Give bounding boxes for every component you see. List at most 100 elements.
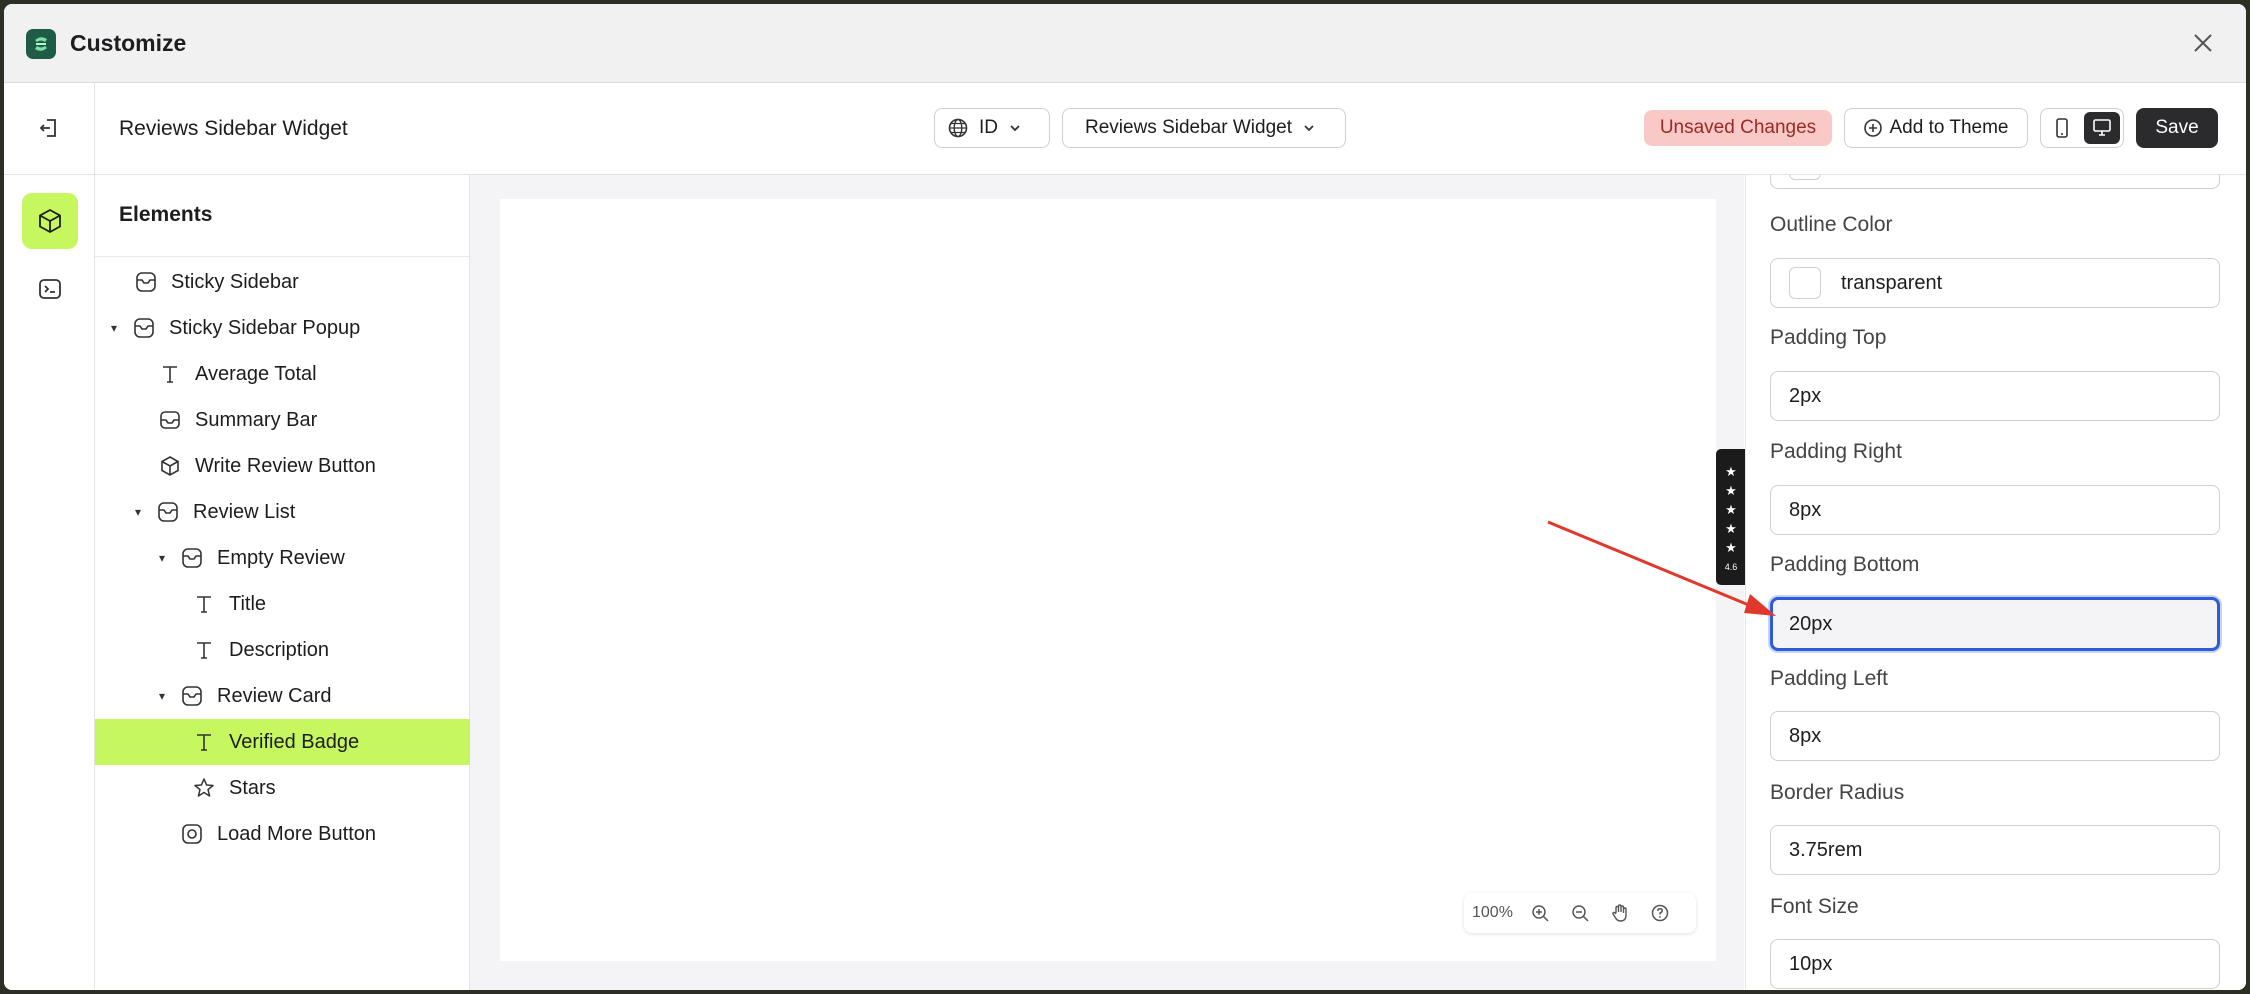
elements-panel-title: Elements xyxy=(119,203,213,226)
cube-icon xyxy=(39,208,61,234)
padding-top-input[interactable]: 2px xyxy=(1770,371,2220,421)
tree-item-review-card[interactable]: ▾ Review Card xyxy=(95,673,529,719)
widget-selector-value: Reviews Sidebar Widget xyxy=(1085,117,1292,138)
section-icon xyxy=(179,545,205,571)
tree-item-sticky-sidebar-popup[interactable]: ▾ Sticky Sidebar Popup xyxy=(95,305,481,351)
zoom-level: 100% xyxy=(1472,904,1513,921)
save-button[interactable]: Save xyxy=(2136,108,2218,148)
color-swatch[interactable] xyxy=(1789,175,1821,180)
star-icon: ★ xyxy=(1725,501,1737,517)
button-icon xyxy=(179,821,205,847)
border-radius-input[interactable]: 3.75rem xyxy=(1770,825,2220,875)
padding-right-input[interactable]: 8px xyxy=(1770,485,2220,535)
tree-item-sticky-sidebar[interactable]: Sticky Sidebar xyxy=(95,259,493,305)
star-icon: ★ xyxy=(1725,463,1737,479)
star-icon xyxy=(191,775,217,801)
terminal-icon xyxy=(39,279,61,299)
padding-bottom-input[interactable]: 20px xyxy=(1770,597,2220,651)
outline-color-label: Outline Color xyxy=(1770,213,1893,236)
outline-color-field[interactable]: transparent xyxy=(1770,258,2220,308)
globe-icon xyxy=(948,118,968,138)
padding-top-label: Padding Top xyxy=(1770,326,1887,349)
app-logo xyxy=(26,29,56,59)
widget-selector[interactable]: Reviews Sidebar Widget xyxy=(1062,108,1346,148)
caret-down-icon[interactable]: ▾ xyxy=(131,505,145,519)
font-size-label: Font Size xyxy=(1770,895,1859,918)
section-icon xyxy=(131,315,157,341)
tree-item-label: Write Review Button xyxy=(195,454,376,477)
language-selector[interactable]: ID xyxy=(934,108,1050,148)
zoom-out-button[interactable] xyxy=(1567,900,1593,926)
zoom-in-icon xyxy=(1532,905,1549,922)
tree-item-label: Average Total xyxy=(195,362,317,385)
properties-panel: #fff Outline Color transparent Padding T… xyxy=(1745,175,2246,990)
tree-item-label: Review List xyxy=(193,500,296,523)
mobile-icon xyxy=(2056,118,2068,138)
text-icon xyxy=(191,591,217,617)
padding-bottom-label: Padding Bottom xyxy=(1770,553,1920,576)
elements-tab-button[interactable] xyxy=(22,193,78,249)
code-tab-button[interactable] xyxy=(22,261,78,317)
padding-right-label: Padding Right xyxy=(1770,440,1902,463)
unsaved-changes-badge: Unsaved Changes xyxy=(1644,110,1832,146)
tree-item-average-total[interactable]: Average Total xyxy=(95,351,517,397)
sticky-review-tab[interactable]: ★ ★ ★ ★ ★ 4.6 xyxy=(1716,449,1746,585)
font-size-input[interactable]: 10px xyxy=(1770,939,2220,989)
chevron-down-icon xyxy=(1010,125,1020,132)
elements-panel: Elements Sticky Sidebar ▾ Sticky Sidebar… xyxy=(95,175,565,990)
tree-item-write-review-button[interactable]: Write Review Button xyxy=(95,443,517,489)
hand-icon xyxy=(1612,904,1627,922)
mobile-view-button[interactable] xyxy=(2044,112,2080,144)
tree-item-label: Verified Badge xyxy=(229,730,360,753)
review-score: 4.6 xyxy=(1724,561,1738,572)
app-title: Customize xyxy=(70,30,187,56)
text-icon xyxy=(157,361,183,387)
help-button[interactable] xyxy=(1647,900,1673,926)
add-to-theme-button[interactable]: Add to Theme xyxy=(1844,108,2028,148)
section-icon xyxy=(179,683,205,709)
text-icon xyxy=(191,637,217,663)
caret-down-icon[interactable]: ▾ xyxy=(107,321,121,335)
star-icon: ★ xyxy=(1725,520,1737,536)
desktop-view-button[interactable] xyxy=(2084,112,2120,144)
partial-color-field[interactable]: #fff xyxy=(1770,175,2220,189)
star-icon: ★ xyxy=(1725,482,1737,498)
plus-circle-icon xyxy=(1864,119,1883,137)
tree-item-empty-review[interactable]: ▾ Empty Review xyxy=(95,535,529,581)
tree-item-label: Empty Review xyxy=(217,546,345,569)
exit-icon xyxy=(39,119,56,137)
language-value: ID xyxy=(979,117,998,138)
icon-rail xyxy=(4,175,95,990)
help-icon xyxy=(1651,904,1669,922)
section-icon xyxy=(155,499,181,525)
zoom-toolbar: 100% xyxy=(1464,893,1696,933)
editor-header: Reviews Sidebar Widget ID Reviews Sideba… xyxy=(4,83,2246,175)
pan-button[interactable] xyxy=(1607,900,1633,926)
logo-icon xyxy=(35,37,47,51)
zoom-out-icon xyxy=(1572,905,1589,922)
close-button[interactable] xyxy=(2186,26,2220,60)
text-icon xyxy=(191,729,217,755)
padding-left-input[interactable]: 8px xyxy=(1770,711,2220,761)
section-icon xyxy=(133,269,159,295)
preview-page[interactable]: ★ ★ ★ ★ ★ 4.6 xyxy=(500,199,1746,961)
cube-icon xyxy=(157,453,183,479)
zoom-in-button[interactable] xyxy=(1527,900,1553,926)
tree-item-label: Stars xyxy=(229,776,276,799)
tree-item-summary-bar[interactable]: Summary Bar xyxy=(95,397,517,443)
preview-canvas[interactable]: ★ ★ ★ ★ ★ 4.6 100% xyxy=(470,175,1746,990)
caret-down-icon[interactable]: ▾ xyxy=(155,689,169,703)
page-title: Reviews Sidebar Widget xyxy=(119,117,348,140)
exit-button[interactable] xyxy=(32,111,66,145)
customize-window: Customize Reviews Sidebar Widget ID Revi… xyxy=(4,4,2246,990)
tree-item-label: Title xyxy=(229,592,267,615)
title-bar: Customize xyxy=(4,4,2246,83)
tree-item-label: Sticky Sidebar Popup xyxy=(169,316,361,339)
device-toggle xyxy=(2040,108,2124,148)
caret-down-icon[interactable]: ▾ xyxy=(155,551,169,565)
container-icon xyxy=(157,407,183,433)
panel-divider xyxy=(95,256,469,257)
color-swatch[interactable] xyxy=(1789,267,1821,299)
tree-item-review-list[interactable]: ▾ Review List xyxy=(95,489,505,535)
tree-item-label: Summary Bar xyxy=(195,408,318,431)
